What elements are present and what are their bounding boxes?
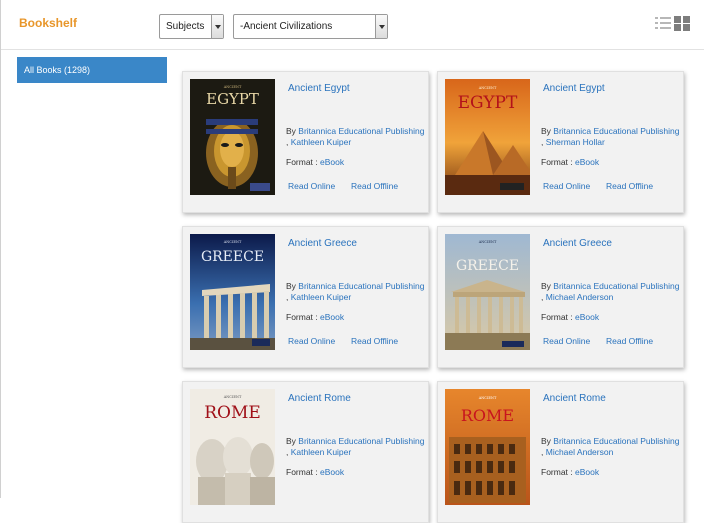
read-offline-link[interactable]: Read Offline (606, 181, 653, 191)
svg-text:EGYPT: EGYPT (458, 93, 518, 113)
format-value[interactable]: eBook (575, 312, 599, 322)
book-authors: By Britannica Educational Publishing , K… (286, 126, 425, 147)
author-link[interactable]: Sherman Hollar (546, 137, 605, 147)
book-card: ANCIENT EGYPT Ancient Egypt By Britannic… (182, 71, 429, 213)
publisher-link[interactable]: Britannica Educational Publishing (553, 436, 679, 446)
book-cover[interactable]: ANCIENT ROME (445, 389, 530, 505)
format-value[interactable]: eBook (320, 312, 344, 322)
book-authors: By Britannica Educational Publishing , M… (541, 281, 680, 302)
read-offline-link[interactable]: Read Offline (351, 181, 398, 191)
publisher-link[interactable]: Britannica Educational Publishing (298, 281, 424, 291)
author-link[interactable]: Michael Anderson (546, 447, 614, 457)
publisher-link[interactable]: Britannica Educational Publishing (298, 126, 424, 136)
book-cover[interactable]: ANCIENT GREECE (190, 234, 275, 350)
book-authors: By Britannica Educational Publishing , K… (286, 281, 425, 302)
read-online-link[interactable]: Read Online (543, 181, 590, 191)
read-offline-link[interactable]: Read Offline (606, 336, 653, 346)
book-card: ANCIENT GREECE Ancient Greece By Britann… (182, 226, 429, 368)
book-title[interactable]: Ancient Egypt (543, 83, 605, 94)
read-offline-link[interactable]: Read Offline (351, 336, 398, 346)
read-online-link[interactable]: Read Online (288, 336, 335, 346)
svg-text:EGYPT: EGYPT (206, 90, 259, 108)
book-format: Format : eBook (541, 312, 600, 322)
book-format: Format : eBook (541, 467, 600, 477)
author-link[interactable]: Kathleen Kuiper (291, 137, 352, 147)
book-authors: By Britannica Educational Publishing , M… (541, 436, 680, 457)
book-title[interactable]: Ancient Greece (288, 238, 357, 249)
subjects-select-value: Subjects (166, 21, 205, 32)
format-value[interactable]: eBook (320, 467, 344, 477)
subjects-select[interactable]: Subjects (159, 14, 224, 39)
svg-text:ANCIENT: ANCIENT (478, 396, 497, 400)
book-title[interactable]: Ancient Rome (288, 393, 351, 404)
svg-text:ANCIENT: ANCIENT (478, 86, 497, 90)
book-format: Format : eBook (286, 312, 345, 322)
publisher-link[interactable]: Britannica Educational Publishing (298, 436, 424, 446)
book-cover[interactable]: ANCIENT EGYPT (445, 79, 530, 195)
chevron-down-icon[interactable] (375, 15, 387, 38)
book-card: ANCIENT EGYPT Ancient Egypt By Britannic… (437, 71, 684, 213)
svg-text:ANCIENT: ANCIENT (223, 240, 242, 244)
category-select-value: -Ancient Civilizations (240, 21, 333, 32)
format-value[interactable]: eBook (575, 157, 599, 167)
book-format: Format : eBook (286, 157, 345, 167)
svg-text:ANCIENT: ANCIENT (223, 85, 242, 89)
book-title[interactable]: Ancient Rome (543, 393, 606, 404)
book-title[interactable]: Ancient Egypt (288, 83, 350, 94)
svg-text:ROME: ROME (461, 406, 514, 425)
book-cover[interactable]: ANCIENT ROME (190, 389, 275, 505)
author-link[interactable]: Michael Anderson (546, 292, 614, 302)
book-cover[interactable]: ANCIENT GREECE (445, 234, 530, 350)
app-frame: Bookshelf Subjects -Ancient Civilization… (0, 0, 704, 523)
chevron-down-icon[interactable] (211, 15, 223, 38)
book-card: ANCIENT ROME Ancient Rome By Britannica … (437, 381, 684, 523)
author-link[interactable]: Kathleen Kuiper (291, 447, 352, 457)
author-link[interactable]: Kathleen Kuiper (291, 292, 352, 302)
format-value[interactable]: eBook (575, 467, 599, 477)
format-value[interactable]: eBook (320, 157, 344, 167)
svg-text:ANCIENT: ANCIENT (478, 240, 497, 244)
page-title: Bookshelf (19, 16, 78, 30)
top-bar: Bookshelf Subjects -Ancient Civilization… (1, 0, 704, 50)
read-online-link[interactable]: Read Online (288, 181, 335, 191)
sidebar: All Books (1298) (17, 57, 167, 83)
list-view-icon[interactable] (655, 17, 671, 30)
publisher-link[interactable]: Britannica Educational Publishing (553, 126, 679, 136)
book-authors: By Britannica Educational Publishing , S… (541, 126, 680, 147)
svg-text:GREECE: GREECE (201, 249, 264, 265)
book-card: ANCIENT GREECE Ancient Greece By Britann… (437, 226, 684, 368)
svg-text:ROME: ROME (204, 403, 261, 423)
book-format: Format : eBook (541, 157, 600, 167)
publisher-link[interactable]: Britannica Educational Publishing (553, 281, 679, 291)
svg-text:GREECE: GREECE (456, 258, 519, 274)
grid-view-icon[interactable] (674, 16, 690, 31)
book-card: ANCIENT ROME Ancient Rome By Britannica … (182, 381, 429, 523)
book-authors: By Britannica Educational Publishing , K… (286, 436, 425, 457)
book-cover[interactable]: ANCIENT EGYPT (190, 79, 275, 195)
read-online-link[interactable]: Read Online (543, 336, 590, 346)
category-select[interactable]: -Ancient Civilizations (233, 14, 388, 39)
book-title[interactable]: Ancient Greece (543, 238, 612, 249)
book-format: Format : eBook (286, 467, 345, 477)
sidebar-item-all-books[interactable]: All Books (1298) (17, 57, 167, 83)
svg-text:ANCIENT: ANCIENT (223, 395, 242, 399)
